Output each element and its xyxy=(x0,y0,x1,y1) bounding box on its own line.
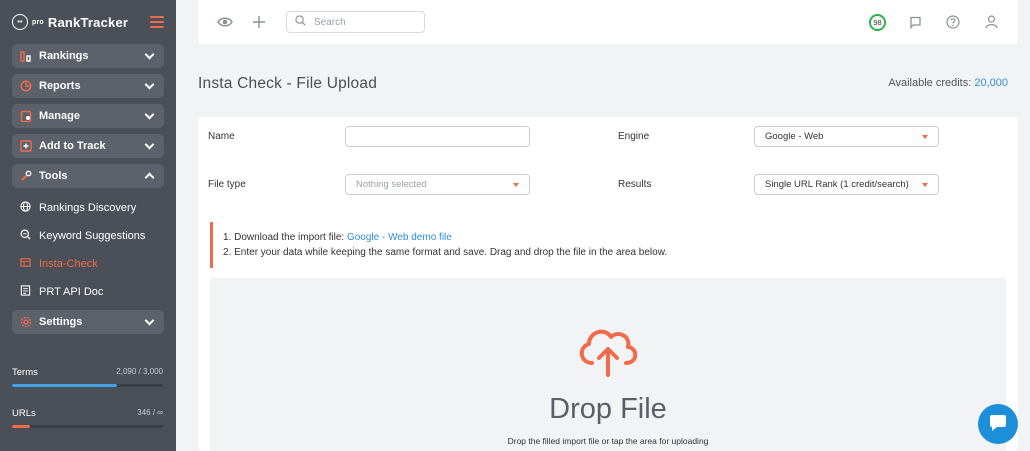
plus-box-icon xyxy=(20,140,32,152)
results-select[interactable]: Single URL Rank (1 credit/search) xyxy=(754,174,939,195)
chevron-down-icon xyxy=(144,49,155,59)
top-bar-actions: 98 xyxy=(869,13,1000,31)
caret-down-icon xyxy=(922,134,928,139)
tools-icon xyxy=(20,170,32,182)
engine-label: Engine xyxy=(618,131,650,142)
engine-selected-value: Google - Web xyxy=(765,131,824,142)
drop-file-subtitle: Drop the filled import file or tap the a… xyxy=(507,436,709,446)
sidebar-item-label: Insta-Check xyxy=(39,258,98,270)
score-badge[interactable]: 98 xyxy=(869,13,886,31)
instruction-text: 1. Download the import file: xyxy=(223,232,347,243)
name-input[interactable] xyxy=(345,126,530,147)
pie-chart-icon xyxy=(20,80,32,92)
quota-progress-bar xyxy=(12,425,163,428)
name-label: Name xyxy=(208,131,235,142)
logo-row: •• pro RankTracker xyxy=(0,0,176,44)
sidebar-item-prt-api-doc[interactable]: PRT API Doc xyxy=(0,278,176,306)
user-icon[interactable] xyxy=(982,13,1000,31)
quota-progress-bar xyxy=(12,384,163,387)
search-input[interactable] xyxy=(314,16,414,28)
sidebar-item-insta-check[interactable]: Insta-Check xyxy=(0,250,176,278)
demo-file-link[interactable]: Google - Web demo file xyxy=(347,232,452,243)
sidebar-item-label: PRT API Doc xyxy=(39,286,104,298)
caret-down-icon xyxy=(513,182,519,187)
nav-group-manage[interactable]: Manage xyxy=(12,104,164,128)
menu-toggle-icon[interactable] xyxy=(150,16,164,28)
eye-icon[interactable] xyxy=(216,13,234,31)
chevron-down-icon xyxy=(144,139,155,149)
nav-group-rankings[interactable]: Rankings xyxy=(12,44,164,68)
cloud-upload-icon xyxy=(574,321,642,380)
nav-group-tools[interactable]: Tools xyxy=(12,164,164,188)
nav-group-add-to-track[interactable]: Add to Track xyxy=(12,134,164,158)
sidebar-item-label: Keyword Suggestions xyxy=(39,230,146,242)
chat-button[interactable] xyxy=(978,404,1018,444)
sidebar-item-label: Rankings Discovery xyxy=(39,202,137,214)
quota-terms: Terms 2,090 / 3,000 xyxy=(12,367,163,387)
instruction-line-1: 1. Download the import file: Google - We… xyxy=(223,230,996,245)
file-drop-zone[interactable]: Drop File Drop the filled import file or… xyxy=(210,278,1006,451)
chevron-down-icon xyxy=(144,109,155,119)
chevron-down-icon xyxy=(144,315,155,325)
gear-icon xyxy=(20,316,32,328)
brand-logo[interactable]: •• pro RankTracker xyxy=(12,14,128,30)
available-credits: Available credits: 20,000 xyxy=(888,77,1008,89)
table-icon xyxy=(20,257,31,271)
nav-group-reports[interactable]: Reports xyxy=(12,74,164,98)
quota-progress-fill xyxy=(12,425,31,428)
file-type-label: File type xyxy=(208,179,246,190)
top-bar: 98 xyxy=(198,0,1018,44)
nav-group-label: Add to Track xyxy=(39,140,106,152)
page-title: Insta Check - File Upload xyxy=(198,75,378,92)
caret-down-icon xyxy=(922,182,928,187)
add-icon[interactable] xyxy=(250,13,268,31)
credits-label: Available credits: xyxy=(888,77,972,89)
results-selected-value: Single URL Rank (1 credit/search) xyxy=(765,179,909,190)
nav-group-label: Manage xyxy=(39,110,80,122)
bar-chart-icon xyxy=(20,50,32,62)
logo-mark-icon: •• xyxy=(12,14,28,30)
magnifier-icon xyxy=(20,229,31,243)
search-box xyxy=(286,11,425,33)
sidebar: •• pro RankTracker Rankings Reports Mana… xyxy=(0,0,176,451)
nav-group-label: Reports xyxy=(39,80,81,92)
file-type-placeholder: Nothing selected xyxy=(356,179,427,190)
chat-bubble-icon xyxy=(988,414,1008,435)
quota-value: 2,090 / 3,000 xyxy=(116,367,163,376)
nav-group-settings[interactable]: Settings xyxy=(12,310,164,334)
instruction-line-2: 2. Enter your data while keeping the sam… xyxy=(223,247,668,258)
engine-select[interactable]: Google - Web xyxy=(754,126,939,147)
globe-icon xyxy=(20,201,31,215)
quota-label: Terms xyxy=(12,367,38,378)
sidebar-item-rankings-discovery[interactable]: Rankings Discovery xyxy=(0,194,176,222)
nav-group-label: Settings xyxy=(39,316,83,328)
brand-prefix: pro xyxy=(32,18,44,26)
quota-urls: URLs 346 / ∞ xyxy=(12,408,163,428)
nav-group-label: Tools xyxy=(39,170,68,182)
help-icon[interactable] xyxy=(944,13,962,31)
results-label: Results xyxy=(618,179,652,190)
chevron-down-icon xyxy=(144,79,155,89)
nav-group-label: Rankings xyxy=(39,50,89,62)
credits-value: 20,000 xyxy=(974,77,1008,89)
quota-value: 346 / ∞ xyxy=(137,408,163,417)
document-icon xyxy=(20,285,31,299)
file-type-select[interactable]: Nothing selected xyxy=(345,174,530,195)
quota-progress-fill xyxy=(12,384,118,387)
sidebar-item-keyword-suggestions[interactable]: Keyword Suggestions xyxy=(0,222,176,250)
clipboard-icon xyxy=(20,110,32,122)
search-icon xyxy=(295,15,306,29)
chevron-up-icon xyxy=(144,172,155,183)
brand-name: RankTracker xyxy=(47,14,129,30)
drop-file-title: Drop File xyxy=(549,393,667,425)
upload-card: Name Engine Google - Web File type Nothi… xyxy=(198,117,1018,451)
flag-icon[interactable] xyxy=(906,13,924,31)
quota-label: URLs xyxy=(12,408,36,419)
instructions-box: 1. Download the import file: Google - We… xyxy=(210,222,1006,268)
